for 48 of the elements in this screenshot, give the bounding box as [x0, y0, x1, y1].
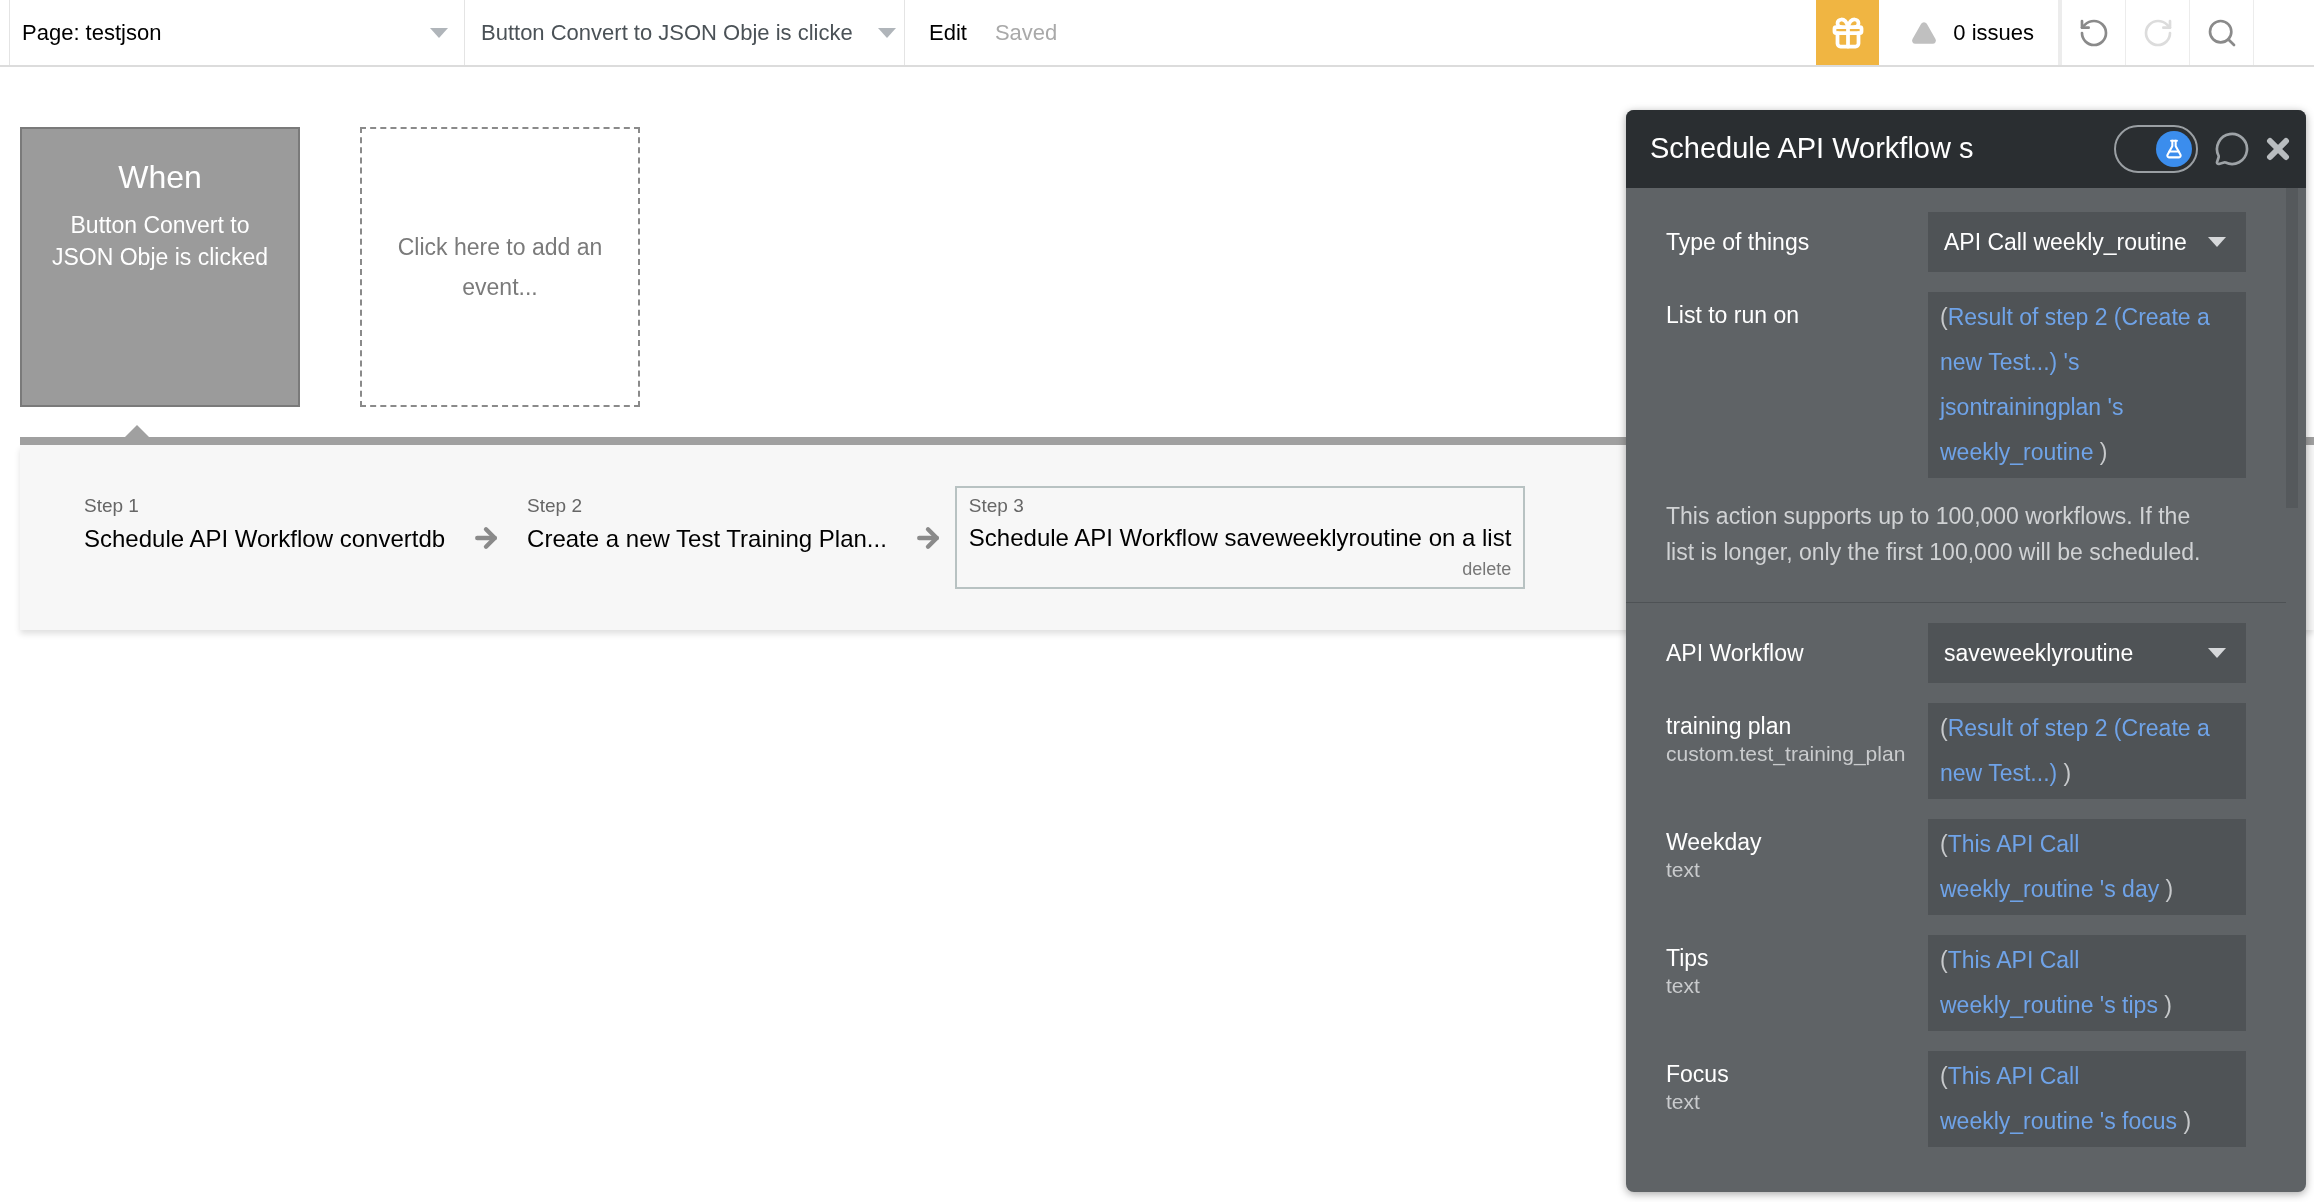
comment-button[interactable] [2214, 131, 2250, 167]
field-type-label: text [1666, 857, 1701, 883]
page-selector[interactable]: Page: testjson [10, 0, 465, 65]
step-number: Step 1 [84, 494, 140, 519]
field-label: List to run on [1666, 301, 1800, 330]
step-action: Schedule API Workflow convertdb [84, 523, 446, 554]
field-label: Weekday [1666, 828, 1763, 857]
save-status: Saved [993, 19, 1058, 47]
expression-field[interactable]: (Result of step 2 (Create a new Test...) 's jsontrainingplan 's weekly_routine ) [1928, 292, 2246, 478]
field-type-label: text [1666, 1089, 1701, 1115]
expression-field[interactable]: (This API Call weekly_routine 's day ) [1928, 819, 2246, 915]
field-label: Tips [1666, 944, 1710, 973]
field-label: Focus [1666, 1060, 1730, 1089]
event-selector[interactable]: Button Convert to JSON Obje is clicke [465, 0, 905, 65]
step-number: Step 3 [968, 493, 1025, 518]
field-label: API Workflow [1666, 638, 1805, 668]
warning-icon [1911, 19, 1938, 46]
step-card[interactable]: Step 3 Schedule API Workflow saveweeklyroutine on a list delete [954, 485, 1526, 590]
step-action: Create a new Test Training Plan... [527, 523, 887, 554]
dropdown-caret-icon [430, 27, 448, 38]
field-label: training plan [1666, 712, 1793, 741]
field-type-label: text [1666, 973, 1701, 999]
scrollbar-thumb[interactable] [2286, 188, 2298, 508]
step-card[interactable]: Step 1 Schedule API Workflow convertdb [70, 486, 460, 589]
expression-field[interactable]: (This API Call weekly_routine 's focus ) [1928, 1051, 2246, 1147]
step-card[interactable]: Step 2 Create a new Test Training Plan... [513, 486, 901, 589]
toggle-switch[interactable] [2114, 125, 2198, 173]
dropdown-caret-icon [878, 27, 896, 38]
delete-link[interactable]: delete [1462, 556, 1512, 584]
expression-field[interactable]: (Result of step 2 (Create a new Test...) ) [1928, 703, 2246, 799]
issues-button[interactable]: 0 issues [1879, 0, 2062, 65]
comment-icon [2214, 131, 2250, 167]
field-type-label: custom.test_training_plan [1666, 741, 1907, 767]
event-trigger: Button Convert to JSON Obje is clicked [51, 211, 269, 272]
edit-menu[interactable]: Edit [905, 0, 991, 65]
gift-button[interactable] [1816, 0, 1880, 65]
dropdown-caret-icon [2208, 237, 2226, 247]
info-note: This action supports up to 100,000 workflows. If the list is longer, only the first 100,000 will be scheduled. [1666, 502, 2202, 567]
field-label: Type of things [1666, 227, 1811, 257]
event-title: When [118, 158, 202, 197]
flask-icon [2164, 139, 2184, 159]
add-event-card[interactable]: Click here to add an event... [360, 127, 640, 407]
dropdown-caret-icon [2208, 648, 2226, 658]
dropdown-select[interactable]: saveweeklyroutine [1928, 623, 2246, 683]
step-action: Schedule API Workflow saveweeklyroutine on a list [968, 523, 1512, 554]
dropdown-select[interactable]: API Call weekly_routine [1928, 212, 2246, 272]
expression-field[interactable]: (This API Call weekly_routine 's tips ) [1928, 935, 2246, 1031]
step-number: Step 2 [527, 494, 583, 519]
